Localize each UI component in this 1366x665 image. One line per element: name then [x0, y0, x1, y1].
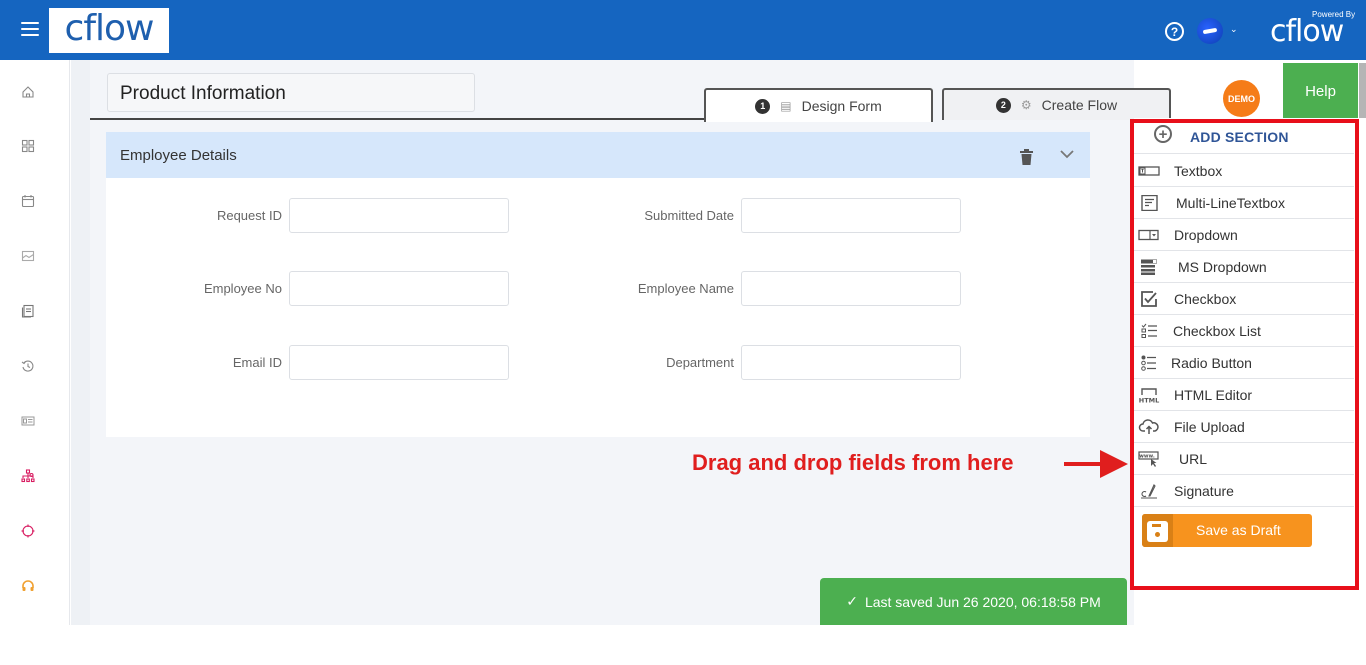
canvas-gutter [71, 60, 90, 625]
image-report-icon[interactable] [20, 248, 36, 264]
file-upload-icon [1138, 419, 1159, 434]
palette-item-dropdown[interactable]: Dropdown [1134, 219, 1354, 251]
brand-logo-text: cflow [64, 7, 155, 49]
employee-no-input[interactable] [289, 271, 509, 306]
checkbox-list-icon [1141, 323, 1157, 338]
save-as-draft-label: Save as Draft [1196, 522, 1281, 538]
add-section-button[interactable]: + ADD SECTION [1134, 122, 1354, 154]
top-bar: cflow ? ⌄ Powered By cflow [0, 0, 1366, 60]
textbox-icon [1138, 166, 1160, 176]
palette-item-file-upload[interactable]: File Upload [1134, 411, 1354, 443]
target-icon[interactable] [20, 523, 36, 539]
palette-item-label: Textbox [1174, 163, 1223, 179]
palette-item-url[interactable]: www. URL [1134, 443, 1354, 475]
request-id-input[interactable] [289, 198, 509, 233]
drag-drop-callout: Drag and drop fields from here [692, 450, 1014, 475]
palette-item-signature[interactable]: Signature [1134, 475, 1354, 507]
field-label: Employee No [203, 281, 282, 296]
dropdown-icon [1138, 229, 1159, 241]
multi-select-dropdown-icon [1141, 259, 1157, 275]
palette-item-label: HTML Editor [1174, 387, 1253, 403]
svg-text:HTML: HTML [1139, 397, 1159, 404]
field-label: Employee Name [637, 281, 734, 296]
step-number-badge: 2 [995, 97, 1011, 113]
history-icon[interactable] [20, 358, 36, 374]
svg-text:www.: www. [1139, 454, 1155, 460]
check-icon: ✓ [846, 593, 858, 609]
field-label: Email ID [232, 355, 282, 370]
scrollbar-track[interactable] [1359, 60, 1366, 625]
palette-item-label: Multi-LineTextbox [1176, 195, 1285, 211]
employee-name-input[interactable] [741, 271, 961, 306]
email-id-input[interactable] [289, 345, 509, 380]
headset-support-icon[interactable] [20, 578, 36, 594]
calendar-icon[interactable] [20, 193, 36, 209]
tab-create-flow[interactable]: 2 ⚙ Create Flow [942, 88, 1171, 120]
callout-arrow-shaft [1064, 462, 1104, 466]
menu-icon[interactable] [21, 22, 39, 36]
palette-item-label: File Upload [1174, 419, 1245, 435]
tab-design-form[interactable]: 1 ▤ Design Form [704, 88, 933, 122]
scrollbar-thumb[interactable] [1359, 63, 1366, 118]
form-name-input[interactable]: Product Information [107, 73, 475, 112]
section-header[interactable]: Employee Details [106, 132, 1090, 178]
multiline-textbox-icon [1141, 195, 1158, 211]
trash-icon[interactable] [1020, 149, 1033, 165]
palette-item-label: Dropdown [1174, 227, 1238, 243]
powered-by-logo: cflow [1270, 14, 1344, 49]
chevron-down-icon[interactable] [1060, 149, 1074, 159]
save-as-draft-button[interactable]: Save as Draft [1142, 514, 1312, 547]
brand-logo[interactable]: cflow [49, 8, 169, 53]
demo-badge: DEMO [1223, 80, 1260, 117]
palette-item-label: MS Dropdown [1178, 259, 1267, 275]
help-icon[interactable]: ? [1165, 22, 1184, 41]
radio-button-icon [1141, 355, 1156, 371]
palette-item-label: Checkbox [1174, 291, 1237, 307]
palette-item-html-editor[interactable]: HTML HTML Editor [1134, 379, 1354, 411]
field-label: Submitted Date [644, 208, 734, 223]
palette-item-radio-button[interactable]: Radio Button [1134, 347, 1354, 379]
arrow-right-icon [1100, 450, 1128, 478]
tab-label: Design Form [801, 98, 882, 114]
submitted-date-input[interactable] [741, 198, 961, 233]
palette-item-checkbox[interactable]: Checkbox [1134, 283, 1354, 315]
palette-item-label: Signature [1174, 483, 1234, 499]
help-button[interactable]: Help [1283, 63, 1358, 120]
signature-icon [1141, 484, 1157, 499]
palette-item-textbox[interactable]: Textbox [1134, 155, 1354, 187]
tab-baseline [90, 118, 705, 120]
toast-message: Last saved Jun 26 2020, 06:18:58 PM [864, 593, 1101, 610]
last-saved-toast: ✓ Last saved Jun 26 2020, 06:18:58 PM [820, 578, 1127, 625]
palette-item-label: Radio Button [1171, 355, 1252, 371]
html-editor-icon: HTML [1139, 388, 1159, 404]
user-avatar[interactable] [1197, 18, 1223, 44]
palette-item-multiline-textbox[interactable]: Multi-LineTextbox [1134, 187, 1354, 219]
department-input[interactable] [741, 345, 961, 380]
form-section: Employee Details Request ID Submitted Da… [106, 132, 1090, 437]
palette-item-label: URL [1179, 451, 1208, 467]
palette-item-label: Checkbox List [1173, 323, 1261, 339]
chevron-down-icon[interactable]: ⌄ [1230, 24, 1238, 35]
flow-icon: ⚙ [1020, 98, 1032, 112]
palette-item-checkbox-list[interactable]: Checkbox List [1134, 315, 1354, 347]
home-icon[interactable] [20, 84, 36, 100]
form-icon: ▤ [780, 99, 792, 113]
tab-label: Create Flow [1041, 97, 1118, 113]
document-icon[interactable] [20, 303, 36, 319]
floppy-disk-icon [1147, 521, 1168, 542]
id-card-icon[interactable] [20, 413, 36, 429]
section-title: Employee Details [120, 147, 237, 164]
url-icon: www. [1138, 451, 1159, 467]
sidebar [0, 60, 70, 625]
workflow-hierarchy-icon[interactable] [20, 468, 36, 484]
palette-item-ms-dropdown[interactable]: MS Dropdown [1134, 251, 1354, 283]
add-section-label: ADD SECTION [1190, 129, 1289, 145]
field-label: Request ID [216, 208, 282, 223]
field-label: Department [666, 355, 734, 370]
apps-grid-icon[interactable] [20, 138, 36, 154]
plus-circle-icon: + [1154, 125, 1172, 143]
step-number-badge: 1 [755, 98, 771, 114]
checkbox-icon [1141, 291, 1157, 307]
